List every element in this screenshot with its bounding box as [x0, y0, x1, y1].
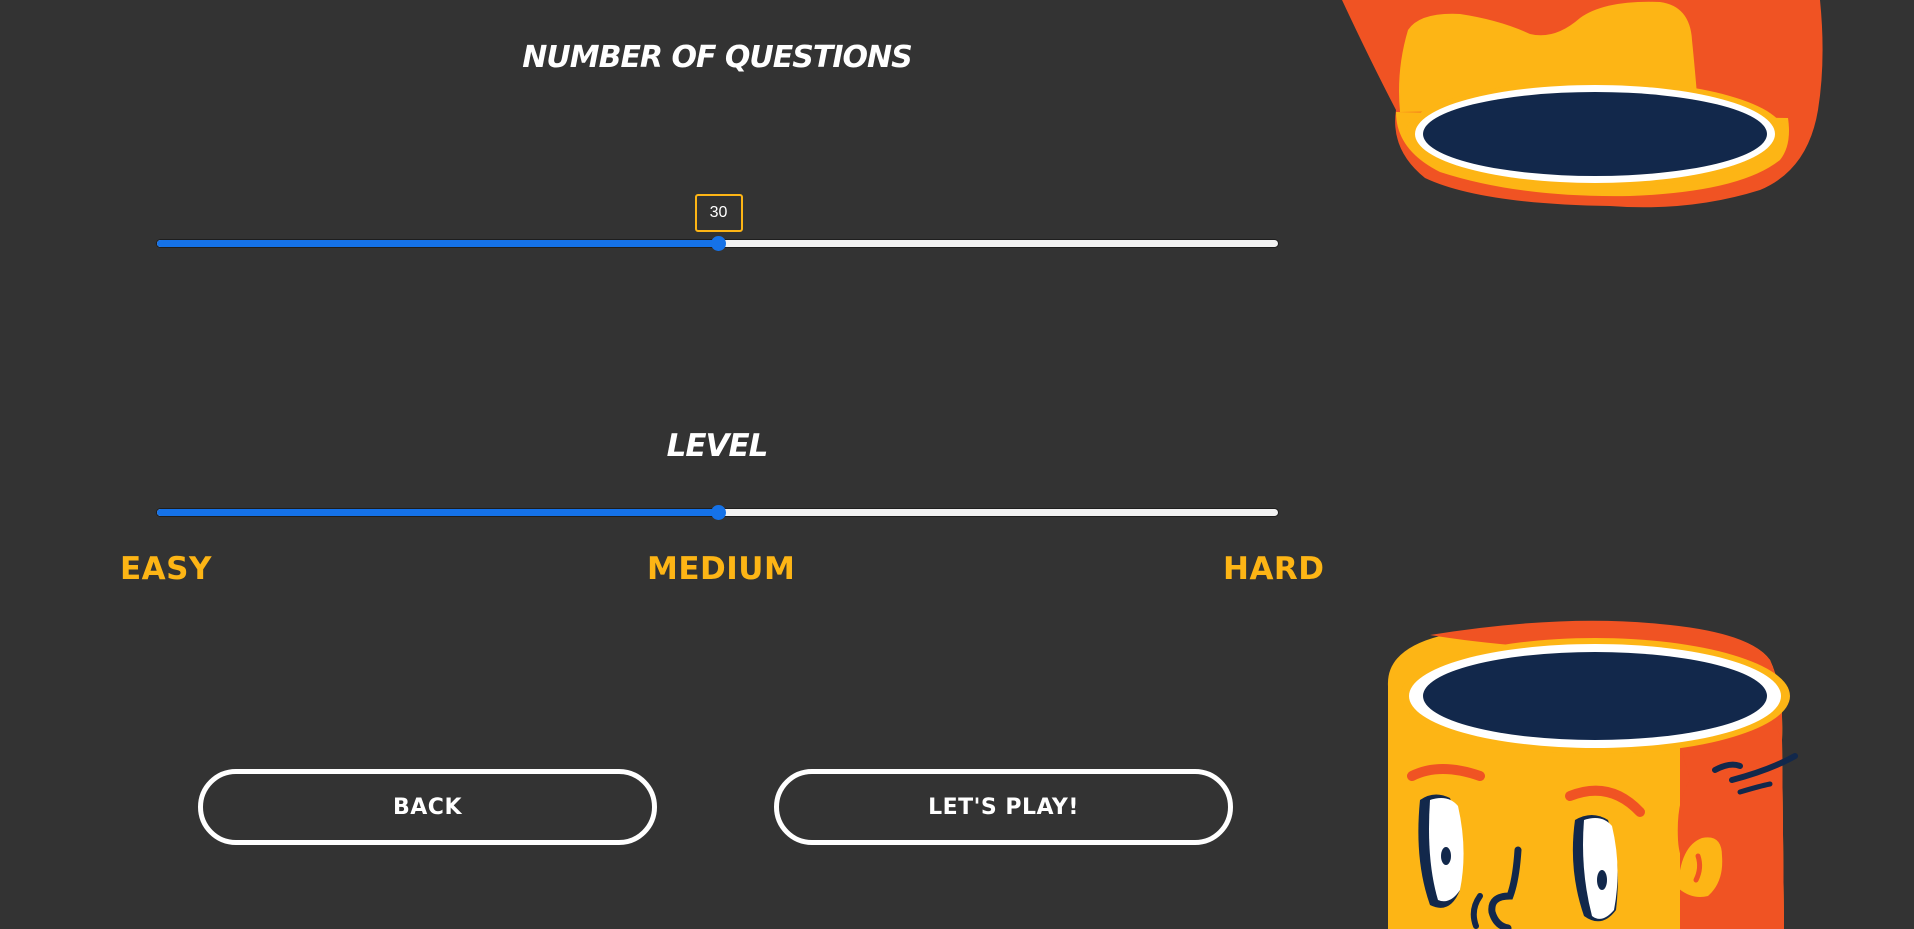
level-heading: LEVEL	[666, 428, 769, 464]
level-slider-fill	[157, 509, 718, 516]
mascot-illustration	[1342, 0, 1823, 929]
level-slider-thumb[interactable]	[710, 505, 726, 520]
questions-slider[interactable]	[157, 236, 1278, 251]
level-slider[interactable]	[157, 505, 1278, 520]
bottom-mascot	[1387, 620, 1798, 929]
top-mascot	[1342, 0, 1823, 208]
quiz-settings-page: NUMBER OF QUESTIONS 30 LEVEL EASY MEDIUM…	[0, 0, 1914, 929]
questions-value-bubble: 30	[694, 194, 743, 232]
questions-slider-thumb[interactable]	[710, 236, 726, 251]
questions-slider-fill	[157, 240, 718, 247]
level-label-hard: HARD	[1223, 551, 1325, 587]
lets-play-button[interactable]: LET'S PLAY!	[774, 769, 1233, 845]
number-of-questions-heading: NUMBER OF QUESTIONS	[522, 40, 912, 75]
level-label-easy: EASY	[120, 551, 212, 587]
back-button[interactable]: BACK	[198, 769, 657, 845]
level-label-medium: MEDIUM	[647, 551, 796, 587]
